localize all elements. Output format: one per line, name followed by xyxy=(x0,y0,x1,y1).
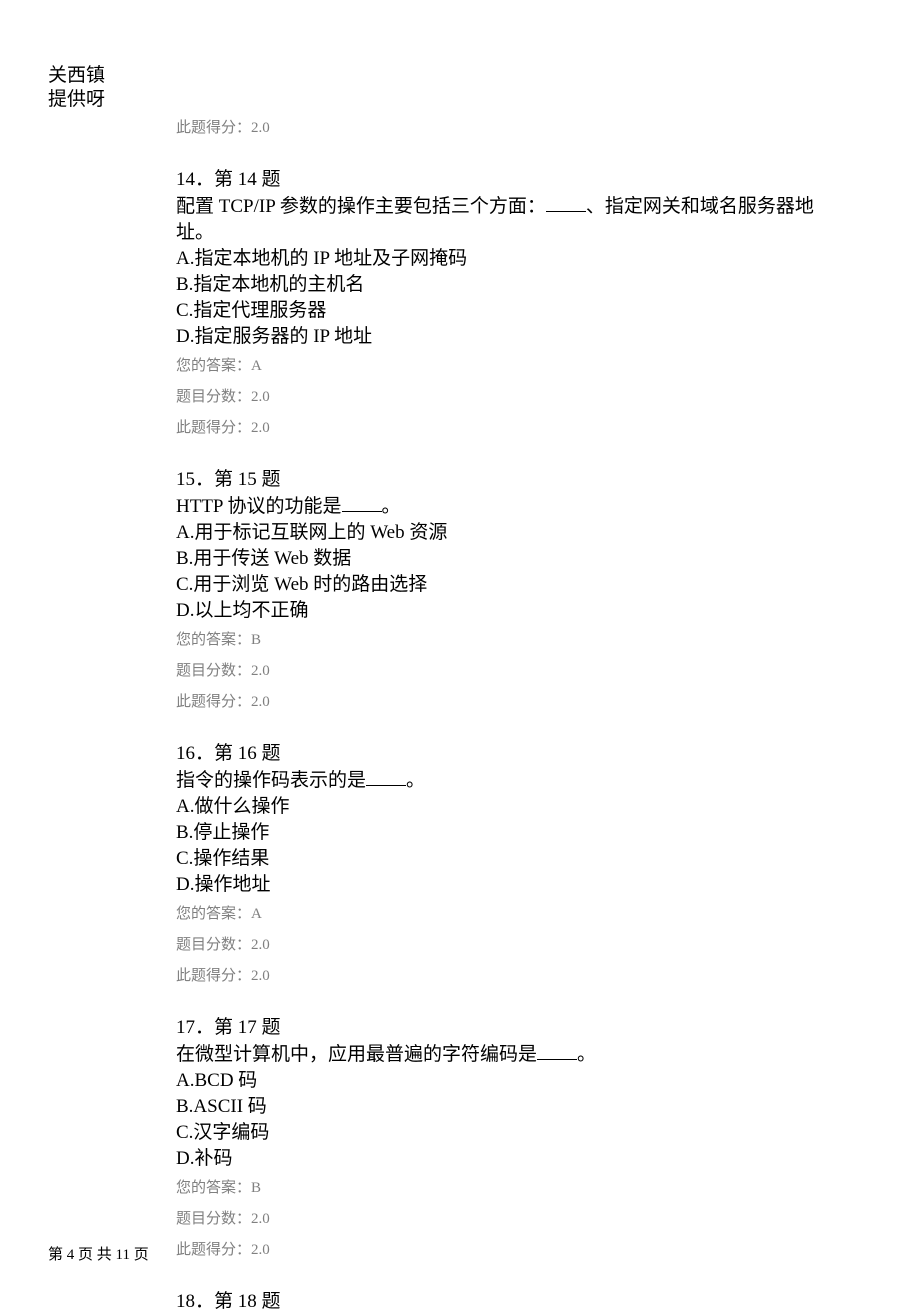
option-a: A.指定本地机的 IP 地址及子网掩码 xyxy=(176,246,816,272)
score-earned: 此题得分：2.0 xyxy=(176,692,816,713)
option-c: C.汉字编码 xyxy=(176,1120,816,1146)
option-d: D.操作地址 xyxy=(176,872,816,898)
option-d: D.以上均不正确 xyxy=(176,598,816,624)
full-score: 题目分数：2.0 xyxy=(176,935,816,956)
option-c: C.操作结果 xyxy=(176,846,816,872)
header-line-2: 提供呀 xyxy=(48,88,105,112)
question-stem: 在微型计算机中，应用最普遍的字符编码是 。 xyxy=(176,1041,816,1068)
question-18: 18．第 18 题 xyxy=(176,1289,816,1315)
question-title: 18．第 18 题 xyxy=(176,1289,816,1315)
option-b: B.ASCII 码 xyxy=(176,1094,816,1120)
full-score: 题目分数：2.0 xyxy=(176,661,816,682)
question-14: 14．第 14 题 配置 TCP/IP 参数的操作主要包括三个方面：、指定网关和… xyxy=(176,167,816,439)
blank xyxy=(537,1041,577,1060)
option-b: B.指定本地机的主机名 xyxy=(176,272,816,298)
user-answer: 您的答案：A xyxy=(176,904,816,925)
option-b: B.用于传送 Web 数据 xyxy=(176,546,816,572)
full-score: 题目分数：2.0 xyxy=(176,1209,816,1230)
question-17: 17．第 17 题 在微型计算机中，应用最普遍的字符编码是 。 A.BCD 码 B… xyxy=(176,1015,816,1261)
stem-pre: 在微型计算机中，应用最普遍的字符编码是 xyxy=(176,1044,537,1065)
stem-post: 。 xyxy=(577,1044,596,1065)
option-a: A.BCD 码 xyxy=(176,1068,816,1094)
page-footer: 第 4 页 共 11 页 xyxy=(48,1243,149,1264)
user-answer: 您的答案：B xyxy=(176,630,816,651)
option-d: D.补码 xyxy=(176,1146,816,1172)
stem-pre: HTTP 协议的功能是 xyxy=(176,496,342,517)
user-answer: 您的答案：B xyxy=(176,1178,816,1199)
score-earned: 此题得分：2.0 xyxy=(176,966,816,987)
blank xyxy=(546,193,586,212)
question-stem: 配置 TCP/IP 参数的操作主要包括三个方面：、指定网关和域名服务器地址。 xyxy=(176,193,816,246)
option-d: D.指定服务器的 IP 地址 xyxy=(176,324,816,350)
option-b: B.停止操作 xyxy=(176,820,816,846)
score-earned: 此题得分：2.0 xyxy=(176,1240,816,1261)
blank xyxy=(366,767,406,786)
question-title: 15．第 15 题 xyxy=(176,467,816,493)
question-title: 17．第 17 题 xyxy=(176,1015,816,1041)
full-score: 题目分数：2.0 xyxy=(176,387,816,408)
question-15: 15．第 15 题 HTTP 协议的功能是 。 A.用于标记互联网上的 Web 资… xyxy=(176,467,816,713)
stem-post: 。 xyxy=(406,770,425,791)
score-earned: 此题得分：2.0 xyxy=(176,418,816,439)
option-c: C.用于浏览 Web 时的路由选择 xyxy=(176,572,816,598)
header-line-1: 关西镇 xyxy=(48,64,105,88)
question-stem: HTTP 协议的功能是 。 xyxy=(176,493,816,520)
top-score-earned: 此题得分：2.0 xyxy=(176,118,816,139)
question-16: 16．第 16 题 指令的操作码表示的是 。 A.做什么操作 B.停止操作 C.操… xyxy=(176,741,816,987)
option-a: A.用于标记互联网上的 Web 资源 xyxy=(176,520,816,546)
question-title: 16．第 16 题 xyxy=(176,741,816,767)
question-title: 14．第 14 题 xyxy=(176,167,816,193)
user-answer: 您的答案：A xyxy=(176,356,816,377)
stem-post: 。 xyxy=(382,496,401,517)
stem-pre: 指令的操作码表示的是 xyxy=(176,770,366,791)
question-stem: 指令的操作码表示的是 。 xyxy=(176,767,816,794)
option-c: C.指定代理服务器 xyxy=(176,298,816,324)
blank xyxy=(342,493,382,512)
option-a: A.做什么操作 xyxy=(176,794,816,820)
stem-pre: 配置 TCP/IP 参数的操作主要包括三个方面： xyxy=(176,196,546,217)
